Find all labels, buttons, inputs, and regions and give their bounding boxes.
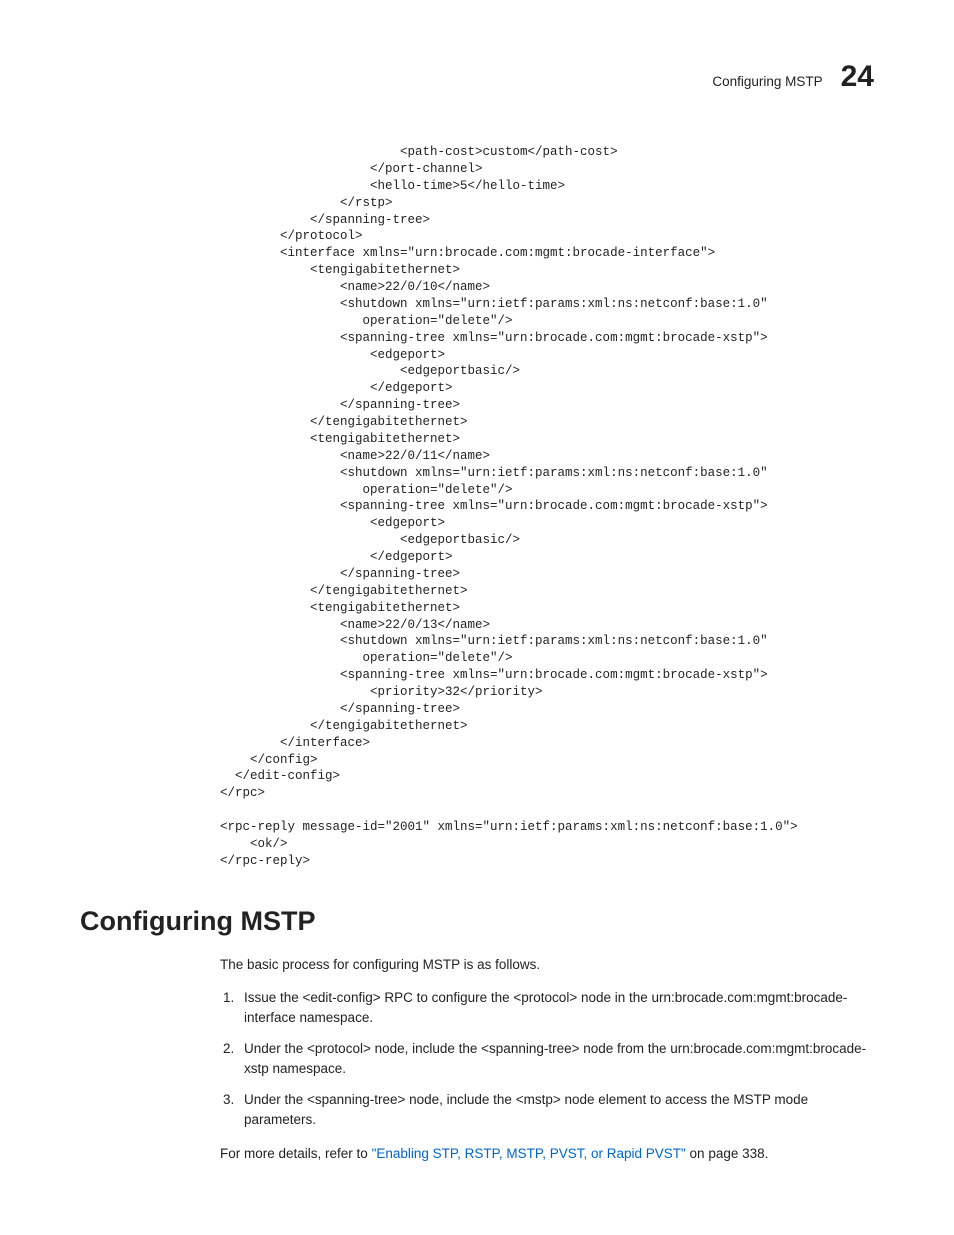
code-block: <path-cost>custom</path-cost> </port-cha…: [220, 144, 874, 870]
refer-text: For more details, refer to "Enabling STP…: [220, 1144, 874, 1164]
page: Configuring MSTP 24 <path-cost>custom</p…: [0, 0, 954, 1223]
refer-suffix: on page 338.: [686, 1146, 769, 1161]
intro-text: The basic process for configuring MSTP i…: [220, 955, 874, 975]
cross-reference-link[interactable]: "Enabling STP, RSTP, MSTP, PVST, or Rapi…: [372, 1146, 686, 1161]
list-item: Under the <protocol> node, include the <…: [238, 1039, 874, 1078]
list-item: Under the <spanning-tree> node, include …: [238, 1090, 874, 1129]
steps-list: Issue the <edit-config> RPC to configure…: [220, 988, 874, 1129]
header-title: Configuring MSTP: [712, 74, 822, 89]
section-heading: Configuring MSTP: [80, 906, 874, 937]
section-body: The basic process for configuring MSTP i…: [220, 955, 874, 1164]
list-item: Issue the <edit-config> RPC to configure…: [238, 988, 874, 1027]
refer-prefix: For more details, refer to: [220, 1146, 372, 1161]
page-header: Configuring MSTP 24: [80, 60, 874, 94]
chapter-number: 24: [841, 60, 874, 94]
